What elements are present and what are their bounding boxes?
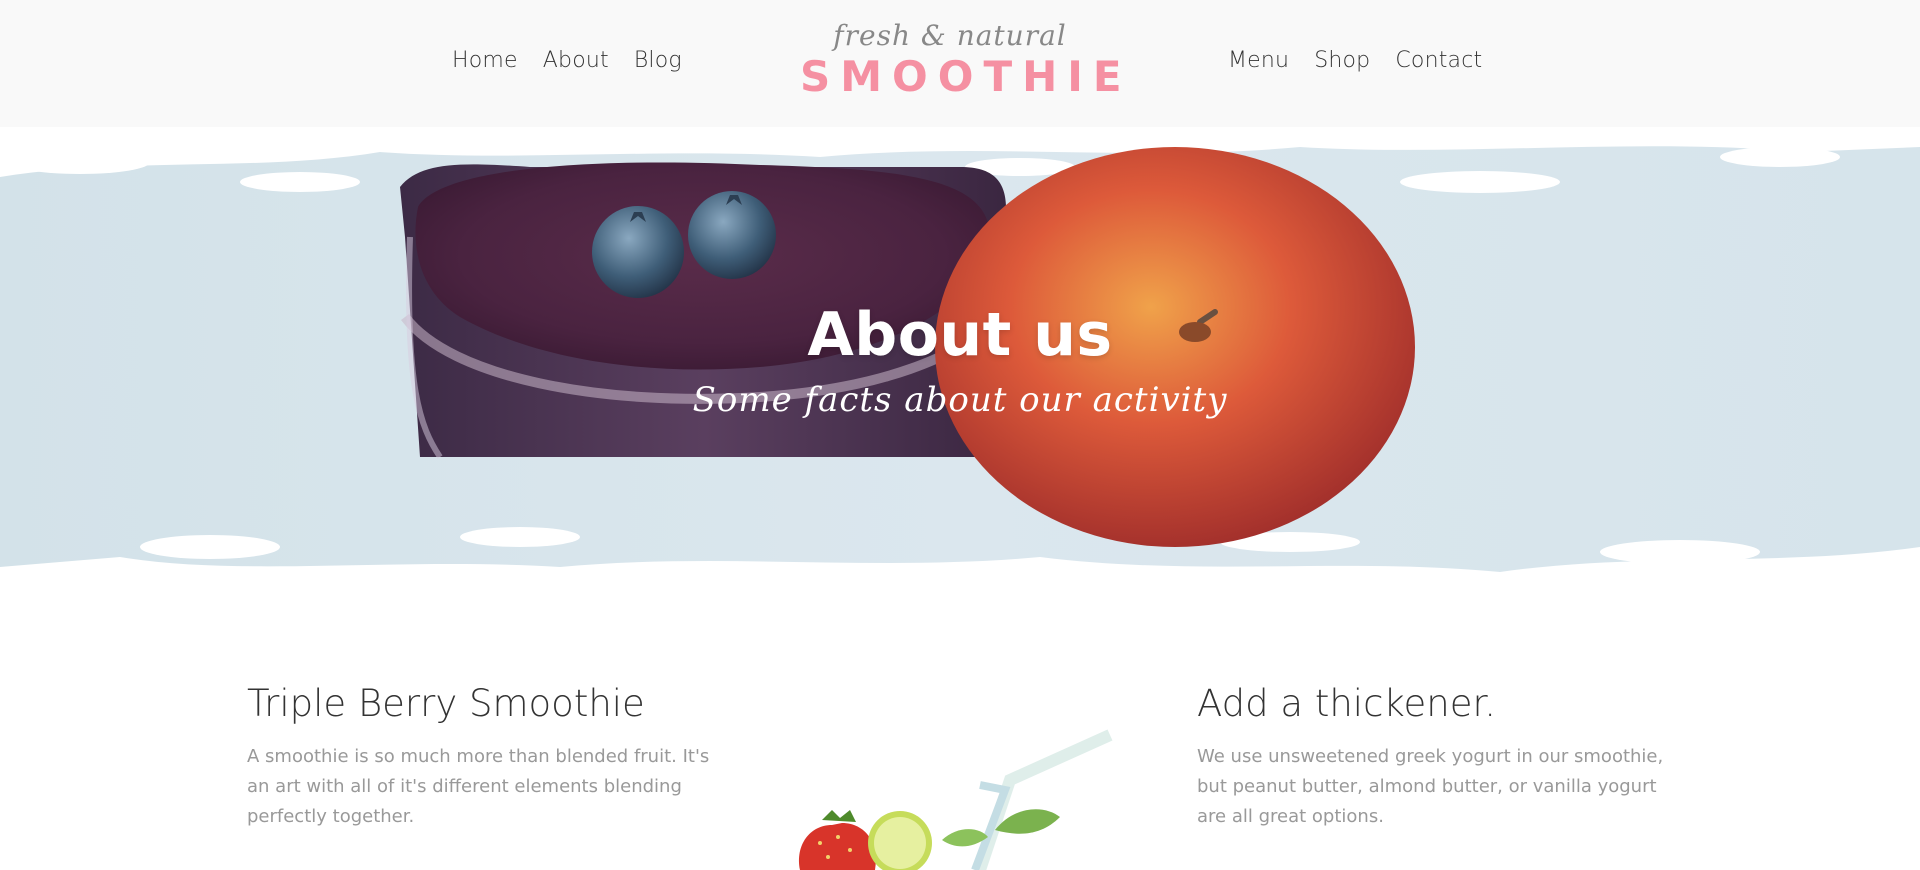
site-logo[interactable]: fresh & natural SMOOTHIE [800,19,1132,101]
hero-subtitle: Some facts about our activity [692,380,1228,420]
nav-link-menu[interactable]: Menu [1228,48,1289,73]
feature-heading: Triple Berry Smoothie [247,682,645,725]
logo-tagline: fresh & natural [833,19,1067,52]
nav-link-blog[interactable]: Blog [634,48,682,73]
nav-link-contact[interactable]: Contact [1395,48,1482,73]
feature-heading: Add a thickener. [1197,682,1497,725]
hero-title: About us [807,300,1113,370]
nav-link-home[interactable]: Home [452,48,518,73]
nav-left: Home About Blog [452,48,682,73]
nav-right: Menu Shop Contact [1228,48,1482,73]
feature-body: We use unsweetened greek yogurt in our s… [1197,746,1664,827]
blueberry-image [592,206,684,298]
nav-link-about[interactable]: About [543,48,609,73]
site-header: Home About Blog fresh & natural SMOOTHIE… [0,0,1920,127]
strawberry-image [799,823,876,870]
feature-triple-berry: Triple Berry Smoothie A smoothie is so m… [247,682,727,832]
logo-brand: SMOOTHIE [800,52,1132,101]
feature-body: A smoothie is so much more than blended … [247,746,710,827]
nav-link-shop[interactable]: Shop [1314,48,1370,73]
feature-thickener: Add a thickener. We use unsweetened gree… [1197,682,1677,832]
hero-banner: About us Some facts about our activity [0,127,1920,597]
fruit-illustration [799,729,1113,870]
